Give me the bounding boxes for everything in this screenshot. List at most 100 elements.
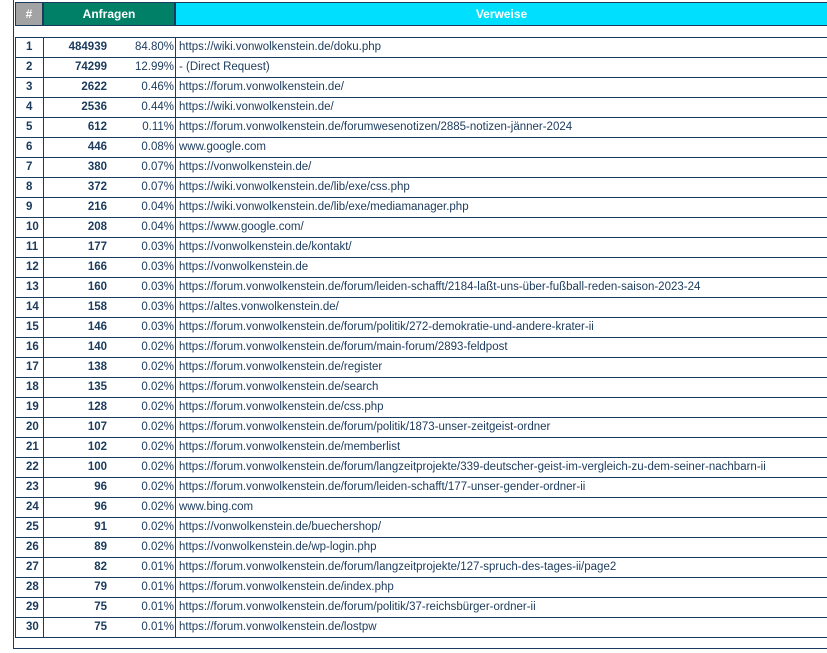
row-referrer-url[interactable]: https://forum.vonwolkenstein.de/forum/po… [175, 597, 827, 617]
row-referrer-url[interactable]: https://wiki.vonwolkenstein.de/lib/exe/c… [175, 177, 827, 197]
row-request-count: 138 [43, 357, 109, 377]
row-referrer-url[interactable]: https://forum.vonwolkenstein.de/forum/ma… [175, 337, 827, 357]
row-request-count: 82 [43, 557, 109, 577]
row-rank: 18 [15, 377, 43, 397]
row-referrer-url[interactable]: https://forum.vonwolkenstein.de/search [175, 377, 827, 397]
row-percentage: 0.02% [109, 357, 176, 377]
row-referrer-url[interactable]: https://forum.vonwolkenstein.de/register [175, 357, 827, 377]
row-request-count: 75 [43, 597, 109, 617]
row-referrer-url[interactable]: https://forum.vonwolkenstein.de/forum/le… [175, 477, 827, 497]
row-rank: 19 [15, 397, 43, 417]
row-referrer-url[interactable]: https://forum.vonwolkenstein.de/ [175, 77, 827, 97]
row-percentage: 0.03% [109, 277, 176, 297]
row-referrer-url[interactable]: https://forum.vonwolkenstein.de/memberli… [175, 437, 827, 457]
table-row: 15 146 0.03% https://forum.vonwolkenstein.d… [15, 317, 827, 337]
row-request-count: 89 [43, 537, 109, 557]
row-percentage: 0.03% [109, 257, 176, 277]
row-referrer-url[interactable]: https://vonwolkenstein.de/wp-login.php [175, 537, 827, 557]
row-referrer-url[interactable]: https://forum.vonwolkenstein.de/lostpw [175, 617, 827, 638]
row-referrer-url[interactable]: https://vonwolkenstein.de [175, 257, 827, 277]
row-request-count: 446 [43, 137, 109, 157]
row-percentage: 0.02% [109, 337, 176, 357]
row-percentage: 12.99% [109, 57, 176, 77]
row-referrer-url[interactable]: https://altes.vonwolkenstein.de/ [175, 297, 827, 317]
row-rank: 26 [15, 537, 43, 557]
row-rank: 9 [15, 197, 43, 217]
row-request-count: 146 [43, 317, 109, 337]
row-percentage: 0.01% [109, 557, 176, 577]
table-row: 2 74299 12.99% - (Direct Request) [15, 57, 827, 77]
row-request-count: 2536 [43, 97, 109, 117]
row-referrer-url[interactable]: https://forum.vonwolkenstein.de/forum/la… [175, 457, 827, 477]
row-percentage: 0.02% [109, 437, 176, 457]
table-row: 9 216 0.04% https://wiki.vonwolkenstein.de/… [15, 197, 827, 217]
row-referrer-url[interactable]: https://forum.vonwolkenstein.de/forumwes… [175, 117, 827, 137]
row-rank: 28 [15, 577, 43, 597]
row-rank: 27 [15, 557, 43, 577]
row-percentage: 84.80% [109, 37, 176, 57]
row-request-count: 75 [43, 617, 109, 638]
row-rank: 1 [15, 37, 43, 57]
row-rank: 16 [15, 337, 43, 357]
table-row: 10 208 0.04% https://www.google.com/ [15, 217, 827, 237]
row-rank: 15 [15, 317, 43, 337]
row-percentage: 0.01% [109, 617, 176, 638]
row-rank: 13 [15, 277, 43, 297]
row-request-count: 160 [43, 277, 109, 297]
row-referrer-url[interactable]: https://forum.vonwolkenstein.de/forum/le… [175, 277, 827, 297]
row-request-count: 216 [43, 197, 109, 217]
row-request-count: 79 [43, 577, 109, 597]
row-request-count: 140 [43, 337, 109, 357]
table-row: 30 75 0.01% https://forum.vonwolkenstein.de… [15, 617, 827, 638]
row-referrer-url[interactable]: https://forum.vonwolkenstein.de/forum/la… [175, 557, 827, 577]
row-percentage: 0.11% [109, 117, 176, 137]
row-rank: 20 [15, 417, 43, 437]
row-request-count: 135 [43, 377, 109, 397]
row-referrer-url[interactable]: https://forum.vonwolkenstein.de/index.ph… [175, 577, 827, 597]
referrer-table-body: 1 484939 84.80% https://wiki.vonwolkenstein… [15, 37, 827, 638]
row-rank: 5 [15, 117, 43, 137]
row-referrer-url[interactable]: https://forum.vonwolkenstein.de/forum/po… [175, 417, 827, 437]
row-referrer-url[interactable]: https://wiki.vonwolkenstein.de/lib/exe/m… [175, 197, 827, 217]
row-rank: 22 [15, 457, 43, 477]
table-row: 6 446 0.08% www.google.com [15, 137, 827, 157]
row-referrer-url[interactable]: https://wiki.vonwolkenstein.de/ [175, 97, 827, 117]
table-row: 1 484939 84.80% https://wiki.vonwolkenstein… [15, 37, 827, 57]
row-request-count: 107 [43, 417, 109, 437]
row-percentage: 0.44% [109, 97, 176, 117]
row-percentage: 0.08% [109, 137, 176, 157]
row-referrer-url[interactable]: https://vonwolkenstein.de/ [175, 157, 827, 177]
row-percentage: 0.07% [109, 177, 176, 197]
table-row: 22 100 0.02% https://forum.vonwolkenstein.d… [15, 457, 827, 477]
header-requests[interactable]: Anfragen [43, 2, 175, 26]
table-row: 8 372 0.07% https://wiki.vonwolkenstein.de/… [15, 177, 827, 197]
row-rank: 17 [15, 357, 43, 377]
row-referrer-url[interactable]: https://forum.vonwolkenstein.de/forum/po… [175, 317, 827, 337]
row-referrer-url[interactable]: https://vonwolkenstein.de/buechershop/ [175, 517, 827, 537]
row-request-count: 96 [43, 497, 109, 517]
row-percentage: 0.02% [109, 517, 176, 537]
row-referrer-url[interactable]: www.google.com [175, 137, 827, 157]
header-referrers[interactable]: Verweise [175, 2, 827, 26]
row-rank: 25 [15, 517, 43, 537]
row-request-count: 74299 [43, 57, 109, 77]
row-referrer-url[interactable]: https://forum.vonwolkenstein.de/css.php [175, 397, 827, 417]
row-rank: 3 [15, 77, 43, 97]
table-row: 17 138 0.02% https://forum.vonwolkenstein.d… [15, 357, 827, 377]
row-referrer-url[interactable]: www.bing.com [175, 497, 827, 517]
table-row: 20 107 0.02% https://forum.vonwolkenstein.d… [15, 417, 827, 437]
row-request-count: 91 [43, 517, 109, 537]
row-referrer-url[interactable]: https://vonwolkenstein.de/kontakt/ [175, 237, 827, 257]
row-rank: 23 [15, 477, 43, 497]
table-row: 4 2536 0.44% https://wiki.vonwolkenstein.de… [15, 97, 827, 117]
row-percentage: 0.02% [109, 457, 176, 477]
table-row: 24 96 0.02% www.bing.com [15, 497, 827, 517]
table-row: 25 91 0.02% https://vonwolkenstein.de/buech… [15, 517, 827, 537]
row-referrer-url[interactable]: - (Direct Request) [175, 57, 827, 77]
row-rank: 14 [15, 297, 43, 317]
row-percentage: 0.04% [109, 197, 176, 217]
row-rank: 30 [15, 617, 43, 638]
header-rank: # [15, 2, 43, 26]
row-referrer-url[interactable]: https://wiki.vonwolkenstein.de/doku.php [175, 37, 827, 57]
row-referrer-url[interactable]: https://www.google.com/ [175, 217, 827, 237]
